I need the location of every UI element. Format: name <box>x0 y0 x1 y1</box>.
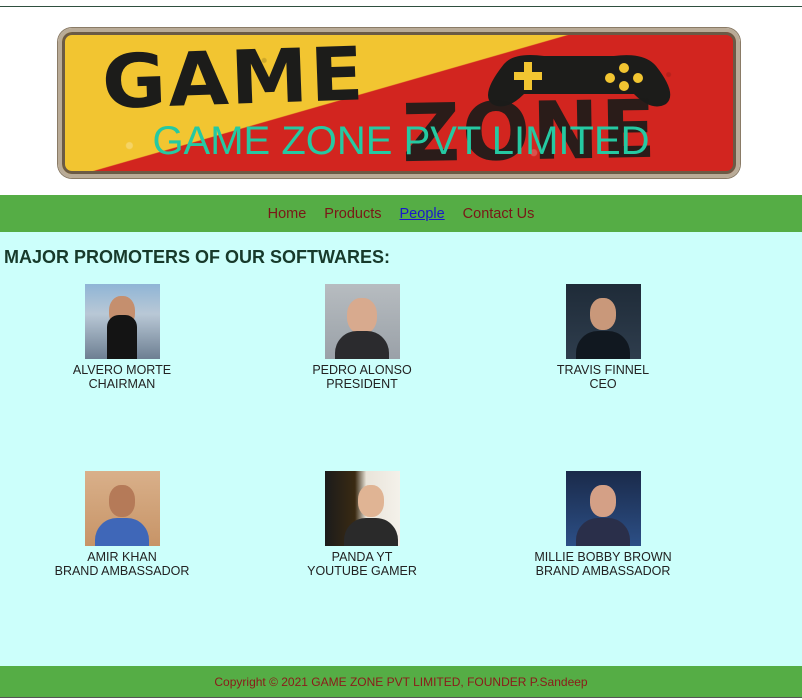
person-role: BRAND AMBASSADOR <box>54 564 190 578</box>
footer: Copyright © 2021 GAME ZONE PVT LIMITED, … <box>0 666 802 697</box>
person-name: PANDA YT <box>331 550 393 564</box>
people-section: MAJOR PROMOTERS OF OUR SOFTWARES: ALVERO… <box>0 232 802 666</box>
person-name: ALVERO MORTE <box>72 363 172 377</box>
person-card: TRAVIS FINNEL CEO <box>503 284 703 391</box>
banner: GAME ZONE GAME ZONE PVT LIMITED <box>0 7 802 195</box>
nav-link-home[interactable]: Home <box>259 206 316 222</box>
person-photo <box>565 284 641 359</box>
person-card: AMIR KHAN BRAND AMBASSADOR <box>22 471 222 578</box>
nav-link-products[interactable]: Products <box>315 206 390 222</box>
person-photo <box>324 284 400 359</box>
person-name: PEDRO ALONSO <box>312 363 412 377</box>
nav-link-contact-us[interactable]: Contact Us <box>454 206 544 222</box>
person-role: CEO <box>589 377 617 391</box>
person-name: MILLIE BOBBY BROWN <box>534 550 672 564</box>
site-title: GAME ZONE PVT LIMITED <box>152 119 650 163</box>
person-card: ALVERO MORTE CHAIRMAN <box>22 284 222 391</box>
person-card: MILLIE BOBBY BROWN BRAND AMBASSADOR <box>503 471 703 578</box>
person-name: AMIR KHAN <box>87 550 157 564</box>
person-photo <box>565 471 641 546</box>
person-name: TRAVIS FINNEL <box>556 363 650 377</box>
copyright-text: Copyright © 2021 GAME ZONE PVT LIMITED, … <box>214 674 588 689</box>
person-role: YOUTUBE GAMER <box>307 564 417 578</box>
person-card: PEDRO ALONSO PRESIDENT <box>262 284 462 391</box>
person-photo <box>84 284 160 359</box>
person-role: CHAIRMAN <box>88 377 156 391</box>
logo-word-game: GAME <box>100 31 367 127</box>
person-card: PANDA YT YOUTUBE GAMER <box>262 471 462 578</box>
nav-link-people[interactable]: People <box>391 206 454 222</box>
person-photo <box>84 471 160 546</box>
person-photo <box>324 471 400 546</box>
person-role: BRAND AMBASSADOR <box>535 564 671 578</box>
section-heading: MAJOR PROMOTERS OF OUR SOFTWARES: <box>4 247 391 267</box>
person-role: PRESIDENT <box>326 377 398 391</box>
main-navigation: Home Products People Contact Us <box>0 195 802 232</box>
